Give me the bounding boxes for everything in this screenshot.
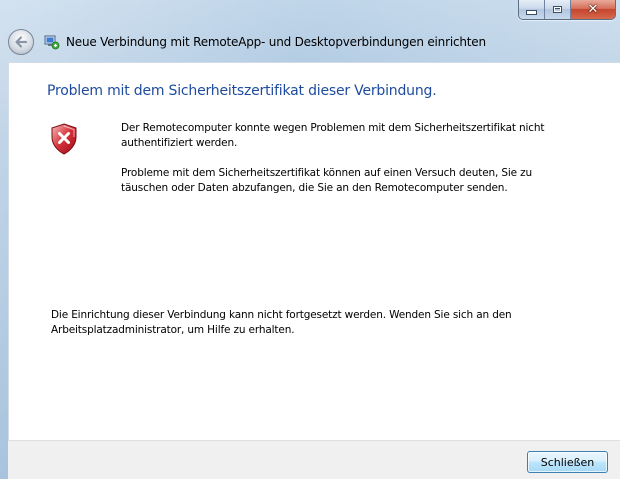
content-panel: Problem mit dem Sicherheitszertifikat di… [8, 62, 620, 440]
admin-note: Die Einrichtung dieser Verbindung kann n… [51, 309, 512, 336]
back-arrow-icon [15, 36, 28, 48]
page-title: Problem mit dem Sicherheitszertifikat di… [47, 83, 437, 99]
close-button[interactable]: Schließen [527, 451, 608, 473]
close-icon: ✕ [587, 2, 599, 17]
error-message: Der Remotecomputer konnte wegen Probleme… [121, 122, 545, 149]
button-bar: Schließen [8, 440, 620, 479]
dialog-window: ✕ Neue Verbindung mit RemoteApp- und Des… [0, 0, 620, 479]
window-title: Neue Verbindung mit RemoteApp- und Deskt… [66, 35, 486, 49]
back-button[interactable] [8, 29, 34, 55]
error-shield-icon [50, 123, 78, 155]
caption-buttons: ✕ [518, 0, 616, 20]
maximize-icon [553, 6, 562, 13]
warning-message: Probleme mit dem Sicherheitszertifikat k… [121, 167, 533, 194]
minimize-button[interactable] [519, 0, 545, 19]
remoteapp-icon [44, 34, 60, 50]
close-window-button[interactable]: ✕ [571, 0, 615, 19]
minimize-icon [526, 10, 537, 15]
title-row: Neue Verbindung mit RemoteApp- und Deskt… [8, 28, 486, 56]
maximize-button[interactable] [545, 0, 571, 19]
